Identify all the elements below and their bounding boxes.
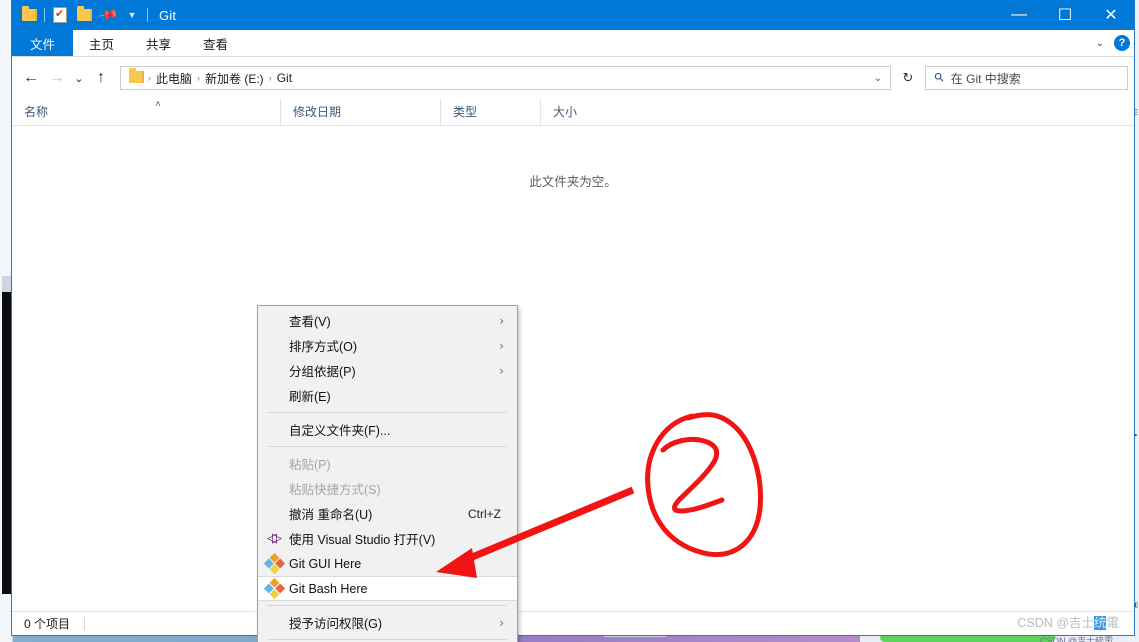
- minimize-button[interactable]: —: [996, 0, 1042, 30]
- menu-item-refresh-label: 刷新(E): [289, 390, 331, 404]
- column-header-row: 名称 修改日期 类型 大小 ˄: [12, 99, 1134, 126]
- ribbon-tab-bar: 文件 主页 共享 查看 ⌄ ?: [12, 30, 1134, 57]
- search-icon: ⚲: [931, 69, 948, 86]
- git-icon: [263, 577, 285, 600]
- chevron-right-icon: ›: [499, 363, 504, 378]
- window-controls: — ☐ ✕: [996, 0, 1134, 30]
- address-folder-icon: [129, 68, 144, 87]
- watermark-suffix: 電: [1106, 616, 1119, 630]
- chevron-right-icon: ›: [499, 313, 504, 328]
- git-icon: [263, 552, 285, 575]
- tab-view[interactable]: 查看: [187, 30, 244, 56]
- menu-separator-4: [268, 639, 507, 640]
- address-dropdown-icon[interactable]: ⌄: [874, 73, 886, 84]
- menu-item-paste-shortcut: 粘贴快捷方式(S): [258, 476, 517, 501]
- refresh-icon[interactable]: ↻: [895, 66, 921, 90]
- menu-item-open-with-visual-studio-label: 使用 Visual Studio 打开(V): [289, 533, 436, 547]
- left-background-terminal: [2, 282, 11, 594]
- close-button[interactable]: ✕: [1088, 0, 1134, 30]
- menu-item-sort-by-label: 排序方式(O): [289, 340, 358, 354]
- csdn-watermark: CSDN @吉士统電: [1017, 612, 1119, 631]
- menu-item-paste-label: 粘贴(P): [289, 458, 331, 472]
- chevron-right-icon: ›: [499, 615, 504, 630]
- forward-button[interactable]: →: [44, 65, 70, 91]
- watermark-selected: 统: [1093, 616, 1107, 630]
- menu-item-refresh[interactable]: 刷新(E): [258, 383, 517, 408]
- qat-divider-2: [147, 8, 148, 22]
- menu-item-grant-access-to-label: 授予访问权限(G): [289, 617, 383, 631]
- status-bar: 0 个项目 CSDN @吉士统電: [12, 611, 1134, 635]
- menu-item-git-bash-here-label: Git Bash Here: [289, 581, 368, 596]
- qat-divider-1: [44, 8, 45, 22]
- menu-item-sort-by[interactable]: 排序方式(O) ›: [258, 333, 517, 358]
- menu-item-paste-shortcut-label: 粘贴快捷方式(S): [289, 483, 381, 497]
- back-button[interactable]: ←: [18, 65, 44, 91]
- column-header-type[interactable]: 类型: [440, 99, 540, 125]
- tab-share[interactable]: 共享: [130, 30, 187, 56]
- tab-home[interactable]: 主页: [73, 30, 130, 56]
- sort-ascending-icon: ˄: [155, 99, 161, 110]
- empty-folder-message: 此文件夹为空。: [529, 175, 617, 189]
- column-header-size[interactable]: 大小: [540, 99, 640, 125]
- window-title: Git: [159, 7, 177, 23]
- visual-studio-icon: [266, 530, 282, 547]
- menu-item-undo-rename[interactable]: 撤消 重命名(U) Ctrl+Z: [258, 501, 517, 526]
- column-header-date-modified[interactable]: 修改日期: [280, 99, 440, 125]
- search-input[interactable]: ⚲ 在 Git 中搜索: [925, 66, 1128, 90]
- folder-icon[interactable]: [17, 3, 41, 27]
- menu-item-git-bash-here[interactable]: Git Bash Here: [258, 576, 517, 601]
- menu-separator-2: [268, 446, 507, 447]
- tab-file[interactable]: 文件: [12, 30, 74, 56]
- screen: CSDN @吉士統電 ☰ ➤ ▣ 📌 ▼ Git — ☐: [0, 0, 1139, 642]
- customize-chevron-icon[interactable]: ▼: [120, 3, 144, 27]
- search-placeholder: 在 Git 中搜索: [950, 71, 1021, 86]
- watermark-prefix: CSDN @吉士: [1017, 616, 1094, 630]
- column-header-name[interactable]: 名称: [12, 99, 280, 125]
- file-list-area[interactable]: 此文件夹为空。: [12, 126, 1134, 606]
- menu-item-group-by[interactable]: 分组依据(P) ›: [258, 358, 517, 383]
- menu-item-group-by-label: 分组依据(P): [289, 365, 356, 379]
- menu-item-undo-rename-accelerator: Ctrl+Z: [468, 506, 501, 521]
- recent-locations-icon[interactable]: ⌄: [70, 65, 88, 91]
- menu-separator-3: [268, 605, 507, 606]
- quick-access-toolbar: 📌 ▼: [12, 3, 151, 27]
- context-menu[interactable]: 查看(V) › 排序方式(O) › 分组依据(P) › 刷新(E) 自定义文件夹…: [257, 305, 518, 642]
- menu-item-grant-access-to[interactable]: 授予访问权限(G) ›: [258, 610, 517, 635]
- status-divider: [84, 617, 86, 630]
- menu-item-git-gui-here-label: Git GUI Here: [289, 556, 362, 571]
- ribbon-right-controls: ⌄ ?: [1096, 30, 1130, 56]
- chevron-down-icon[interactable]: ⌄: [1096, 38, 1104, 49]
- file-explorer-window: 📌 ▼ Git — ☐ ✕ 文件 主页 共享 查看 ⌄ ? ← →: [11, 0, 1135, 636]
- breadcrumb-this-pc[interactable]: 此电脑: [152, 70, 196, 87]
- menu-item-view[interactable]: 查看(V) ›: [258, 308, 517, 333]
- menu-item-customize-folder[interactable]: 自定义文件夹(F)...: [258, 417, 517, 442]
- address-input[interactable]: › 此电脑 › 新加卷 (E:) › Git ⌄: [120, 66, 891, 90]
- address-bar: ← → ⌄ ↑ › 此电脑 › 新加卷 (E:) › Git ⌄ ↻ ⚲ 在 G…: [12, 57, 1134, 99]
- left-background-scrollbar: [2, 276, 11, 292]
- menu-item-customize-folder-label: 自定义文件夹(F)...: [289, 424, 391, 438]
- maximize-button[interactable]: ☐: [1042, 0, 1088, 30]
- properties-icon[interactable]: [48, 3, 72, 27]
- new-folder-icon[interactable]: [72, 3, 96, 27]
- breadcrumb-volume-e[interactable]: 新加卷 (E:): [201, 70, 268, 87]
- menu-item-git-gui-here[interactable]: Git GUI Here: [258, 551, 517, 576]
- menu-separator-1: [268, 412, 507, 413]
- menu-item-undo-rename-label: 撤消 重命名(U): [289, 508, 373, 522]
- chevron-right-icon: ›: [499, 338, 504, 353]
- item-count-label: 0 个项目: [24, 617, 71, 631]
- pin-icon[interactable]: 📌: [96, 3, 120, 27]
- menu-item-open-with-visual-studio[interactable]: 使用 Visual Studio 打开(V): [258, 526, 517, 551]
- up-button[interactable]: ↑: [88, 65, 114, 91]
- menu-item-paste: 粘贴(P): [258, 451, 517, 476]
- title-bar: 📌 ▼ Git — ☐ ✕: [12, 0, 1134, 30]
- help-icon[interactable]: ?: [1114, 35, 1130, 51]
- breadcrumb-git[interactable]: Git: [273, 71, 296, 85]
- menu-item-view-label: 查看(V): [289, 315, 331, 329]
